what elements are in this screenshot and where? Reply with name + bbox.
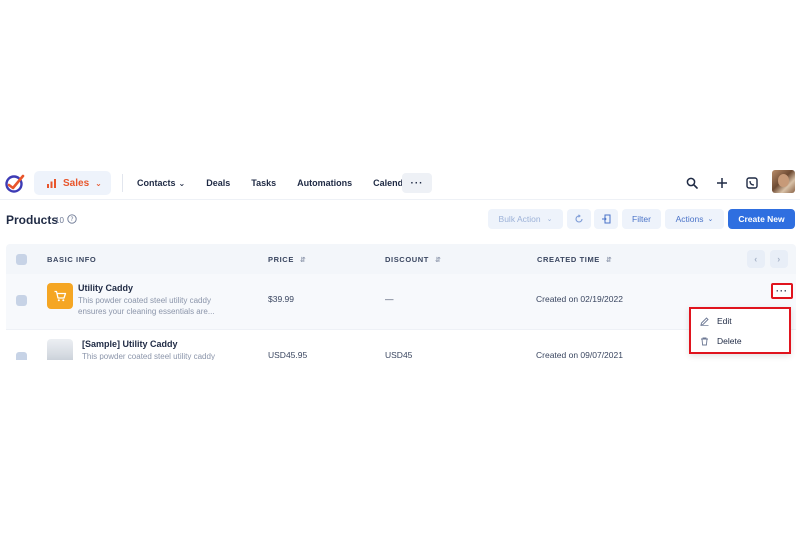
row-checkbox[interactable]: [16, 352, 27, 360]
nav-item-deals[interactable]: Deals: [206, 178, 230, 188]
column-price[interactable]: PRICE ⇵: [268, 255, 306, 264]
row-more-button[interactable]: ···: [771, 283, 793, 299]
sort-icon[interactable]: ⇵: [435, 256, 441, 264]
product-description: This powder coated steel utility caddy: [78, 296, 211, 305]
crm-app: Sales ⌄ Contacts ⌄ Deals Tasks Automatio…: [0, 166, 800, 360]
chevron-down-icon: ⌄: [546, 216, 553, 223]
record-count: 10: [55, 216, 64, 225]
top-nav: Sales ⌄ Contacts ⌄ Deals Tasks Automatio…: [0, 166, 800, 200]
pencil-icon: [700, 316, 709, 326]
row-checkbox[interactable]: [16, 295, 27, 306]
menu-item-label: Delete: [717, 336, 742, 346]
column-label: BASIC INFO: [47, 255, 97, 264]
nav-item-label: Tasks: [251, 178, 277, 188]
create-new-button[interactable]: Create New: [728, 209, 795, 229]
nav-item-tasks[interactable]: Tasks: [251, 178, 276, 188]
nav-more-button[interactable]: ···: [402, 173, 432, 193]
created-time: Created on 09/07/2021: [536, 350, 623, 360]
plus-icon[interactable]: [714, 175, 730, 191]
app-logo[interactable]: [5, 173, 25, 193]
menu-item-edit[interactable]: Edit: [700, 314, 732, 328]
table-row[interactable]: Utility Caddy This powder coated steel u…: [6, 274, 796, 330]
column-discount[interactable]: DISCOUNT ⇵: [385, 255, 441, 264]
next-page-button[interactable]: ›: [770, 250, 788, 268]
main-nav: Contacts ⌄ Deals Tasks Automations Calen…: [137, 166, 433, 200]
chevron-left-icon: ‹: [754, 254, 758, 264]
avatar[interactable]: [772, 170, 795, 193]
trash-icon: [701, 337, 708, 345]
table-row[interactable]: [Sample] Utility Caddy This powder coate…: [6, 331, 796, 360]
sort-icon[interactable]: ⇵: [300, 256, 306, 264]
product-price: USD45.95: [268, 350, 308, 360]
table-header: BASIC INFO PRICE ⇵ DISCOUNT ⇵ CREATED TI…: [6, 244, 796, 274]
page-header: Products 10 ? Bulk Action ⌄ Filter Actio…: [0, 201, 800, 237]
page-title: Products: [6, 213, 59, 227]
actions-button[interactable]: Actions ⌄: [665, 209, 724, 229]
product-description: This powder coated steel utility caddy: [82, 352, 215, 360]
select-all-checkbox[interactable]: [16, 254, 27, 265]
menu-item-label: Edit: [717, 316, 732, 326]
import-icon: [602, 214, 611, 224]
menu-item-delete[interactable]: Delete: [700, 334, 742, 348]
prev-page-button[interactable]: ‹: [747, 250, 765, 268]
svg-text:?: ?: [70, 216, 73, 223]
chart-icon: [47, 179, 56, 188]
product-thumbnail: [47, 283, 73, 309]
chevron-down-icon: ⌄: [95, 178, 102, 188]
chevron-down-icon: ⌄: [178, 178, 186, 188]
filter-button[interactable]: Filter: [622, 209, 661, 229]
nav-item-label: Automations: [297, 178, 353, 188]
dialer-icon[interactable]: [744, 175, 760, 191]
row-actions-menu: Edit Delete: [689, 307, 791, 354]
refresh-icon: [575, 214, 583, 223]
products-table: BASIC INFO PRICE ⇵ DISCOUNT ⇵ CREATED TI…: [6, 244, 796, 360]
actions-label: Actions: [675, 214, 704, 224]
nav-item-automations[interactable]: Automations: [297, 178, 352, 188]
search-icon[interactable]: [684, 175, 700, 191]
nav-item-contacts[interactable]: Contacts ⌄: [137, 178, 185, 188]
filter-label: Filter: [632, 214, 651, 224]
nav-divider: [122, 174, 123, 192]
product-thumbnail: [47, 339, 73, 360]
column-basic-info: BASIC INFO: [47, 255, 96, 264]
info-icon[interactable]: ?: [67, 214, 77, 224]
column-label: PRICE: [268, 255, 294, 264]
column-created-time[interactable]: CREATED TIME ⇵: [537, 255, 612, 264]
product-name[interactable]: [Sample] Utility Caddy: [82, 339, 178, 349]
sort-icon[interactable]: ⇵: [606, 256, 612, 264]
app-switcher-label: Sales: [63, 177, 90, 189]
product-name[interactable]: Utility Caddy: [78, 283, 133, 293]
nav-item-label: Deals: [206, 178, 231, 188]
product-price: $39.99: [268, 294, 294, 304]
created-time: Created on 02/19/2022: [536, 294, 623, 304]
bulk-action-button[interactable]: Bulk Action ⌄: [488, 209, 563, 229]
cart-icon: [54, 290, 67, 302]
product-description: ensures your cleaning essentials are...: [78, 307, 215, 316]
column-label: CREATED TIME: [537, 255, 600, 264]
nav-item-label: Contacts: [137, 178, 176, 188]
product-discount: —: [385, 294, 394, 304]
chevron-down-icon: ⌄: [707, 216, 714, 223]
app-switcher[interactable]: Sales ⌄: [34, 171, 111, 195]
create-new-label: Create New: [738, 214, 785, 224]
bulk-action-label: Bulk Action: [498, 214, 541, 224]
column-label: DISCOUNT: [385, 255, 429, 264]
chevron-right-icon: ›: [777, 254, 781, 264]
refresh-button[interactable]: [567, 209, 591, 229]
import-button[interactable]: [594, 209, 618, 229]
product-discount: USD45: [385, 350, 413, 360]
